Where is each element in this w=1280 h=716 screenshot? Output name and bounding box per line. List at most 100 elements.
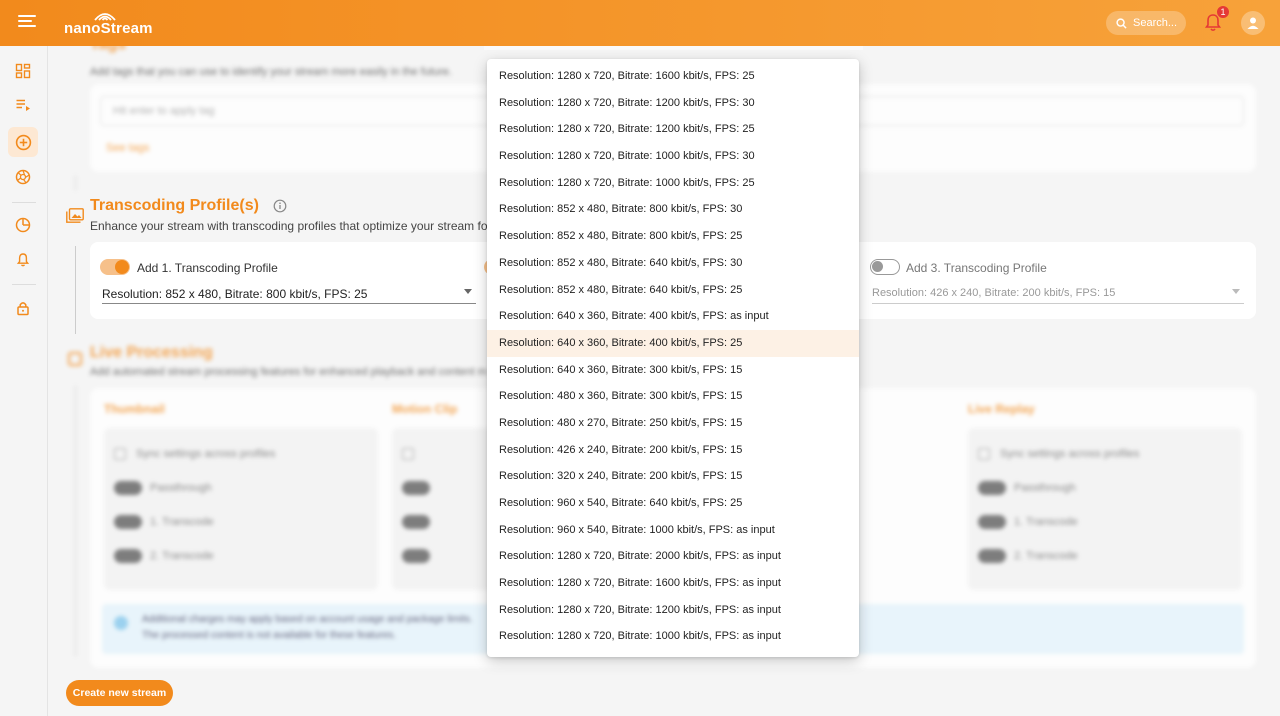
dropdown-option[interactable]: Resolution: 852 x 480, Bitrate: 640 kbit… xyxy=(487,277,859,304)
notification-badge: 1 xyxy=(1216,5,1230,19)
transcode-1-toggle[interactable] xyxy=(402,515,430,529)
sidebar-item-analytics[interactable] xyxy=(8,210,38,240)
sidebar-item-streams[interactable] xyxy=(8,90,38,120)
processing-icon xyxy=(68,352,82,366)
app-header: nanoStream Search... 1 xyxy=(0,0,1280,46)
dropdown-option[interactable]: Resolution: 426 x 240, Bitrate: 200 kbit… xyxy=(487,437,859,464)
menu-icon[interactable] xyxy=(18,15,36,31)
dropdown-option[interactable]: Resolution: 1280 x 720, Bitrate: 1600 kb… xyxy=(487,570,859,597)
dropdown-option[interactable]: Resolution: 480 x 360, Bitrate: 300 kbit… xyxy=(487,383,859,410)
transcode-2-label: 2. Transcode xyxy=(1014,550,1078,562)
dropdown-option[interactable]: Resolution: 852 x 480, Bitrate: 800 kbit… xyxy=(487,223,859,250)
dropdown-option[interactable]: Resolution: 480 x 270, Bitrate: 250 kbit… xyxy=(487,410,859,437)
chevron-down-icon xyxy=(1232,289,1240,294)
user-avatar[interactable] xyxy=(1241,11,1265,35)
info-line-1: Additional charges may apply based on ac… xyxy=(142,614,473,625)
sync-checkbox[interactable] xyxy=(402,448,414,460)
transcoding-title: Transcoding Profile(s) xyxy=(90,197,259,214)
info-icon[interactable] xyxy=(273,199,287,213)
sidebar-item-processing[interactable] xyxy=(8,162,38,192)
timeline-line xyxy=(75,386,76,656)
transcode-1-toggle[interactable] xyxy=(114,515,142,529)
thumbnail-title: Thumbnail xyxy=(104,402,165,416)
profile-3-select[interactable]: Resolution: 426 x 240, Bitrate: 200 kbit… xyxy=(872,282,1244,304)
resolution-dropdown-menu: Resolution: 1280 x 720, Bitrate: 1600 kb… xyxy=(487,59,859,657)
create-stream-button[interactable]: Create new stream xyxy=(66,680,173,706)
passthrough-toggle[interactable] xyxy=(402,481,430,495)
sidebar-item-dashboard[interactable] xyxy=(8,56,38,86)
sidebar-item-security[interactable] xyxy=(8,293,38,323)
passthrough-label: Passthrough xyxy=(150,482,212,494)
transcode-2-label: 2. Transcode xyxy=(150,550,214,562)
sync-label: Sync settings across profiles xyxy=(136,448,276,460)
dropdown-option[interactable]: Resolution: 640 x 360, Bitrate: 300 kbit… xyxy=(487,357,859,384)
profile-1-value: Resolution: 852 x 480, Bitrate: 800 kbit… xyxy=(102,287,368,301)
playlist-icon xyxy=(16,99,30,111)
profile-3-value: Resolution: 426 x 240, Bitrate: 200 kbit… xyxy=(872,287,1116,299)
sidebar-divider xyxy=(12,284,36,285)
profile-1-select[interactable]: Resolution: 852 x 480, Bitrate: 800 kbit… xyxy=(102,282,476,304)
passthrough-toggle[interactable] xyxy=(978,481,1006,495)
transcode-2-toggle[interactable] xyxy=(114,549,142,563)
dropdown-option[interactable]: Resolution: 1280 x 720, Bitrate: 1200 kb… xyxy=(487,597,859,624)
chevron-down-icon xyxy=(464,289,472,294)
transcode-2-toggle[interactable] xyxy=(402,549,430,563)
bell-icon xyxy=(16,253,30,267)
transcode-1-toggle[interactable] xyxy=(978,515,1006,529)
dropdown-option[interactable]: Resolution: 1280 x 720, Bitrate: 1000 kb… xyxy=(487,623,859,650)
sidebar-divider xyxy=(12,202,36,203)
search-label: Search... xyxy=(1133,17,1178,29)
profile-1-toggle[interactable] xyxy=(100,259,130,275)
pie-chart-icon xyxy=(15,217,31,233)
search-button[interactable]: Search... xyxy=(1106,11,1186,35)
see-tags-link[interactable]: See tags xyxy=(106,142,149,154)
dropdown-option[interactable]: Resolution: 1280 x 720, Bitrate: 2000 kb… xyxy=(487,543,859,570)
profile-3-label: Add 3. Transcoding Profile xyxy=(906,261,1047,275)
passthrough-toggle[interactable] xyxy=(114,481,142,495)
dropdown-option[interactable]: Resolution: 1280 x 720, Bitrate: 1200 kb… xyxy=(487,116,859,143)
transcode-2-toggle[interactable] xyxy=(978,549,1006,563)
info-line-2: The processed content is not available f… xyxy=(142,630,397,641)
dropdown-option[interactable]: Resolution: 852 x 480, Bitrate: 800 kbit… xyxy=(487,196,859,223)
thumbnail-card: Sync settings across profiles Passthroug… xyxy=(104,428,378,590)
dropdown-option[interactable]: Resolution: 1280 x 720, Bitrate: 1000 kb… xyxy=(487,143,859,170)
timeline-line xyxy=(75,246,76,334)
dropdown-option[interactable]: Resolution: 1280 x 720, Bitrate: 1200 kb… xyxy=(487,90,859,117)
dropdown-option[interactable]: Resolution: 960 x 540, Bitrate: 640 kbit… xyxy=(487,490,859,517)
sidebar-item-create[interactable] xyxy=(8,127,38,157)
timeline-line xyxy=(75,176,76,190)
logo-text: nanoStream xyxy=(64,20,153,37)
profile-1-label: Add 1. Transcoding Profile xyxy=(137,261,278,275)
aperture-icon xyxy=(15,169,31,185)
profile-3-toggle[interactable] xyxy=(870,259,900,275)
live-processing-title: Live Processing xyxy=(90,344,213,361)
logo[interactable]: nanoStream xyxy=(64,10,154,38)
sync-label: Sync settings across profiles xyxy=(1000,448,1140,460)
sidebar-item-alerts[interactable] xyxy=(8,245,38,275)
transcode-1-label: 1. Transcode xyxy=(150,516,214,528)
dropdown-option[interactable]: Resolution: 640 x 360, Bitrate: 400 kbit… xyxy=(487,329,859,357)
live-replay-title: Live Replay xyxy=(968,402,1035,416)
sync-checkbox[interactable] xyxy=(978,448,990,460)
dropdown-option[interactable]: Resolution: 960 x 540, Bitrate: 1000 kbi… xyxy=(487,517,859,544)
live-replay-card: Sync settings across profiles Passthroug… xyxy=(968,428,1242,590)
dropdown-option[interactable]: Resolution: 320 x 240, Bitrate: 200 kbit… xyxy=(487,463,859,490)
dropdown-option[interactable]: Resolution: 852 x 480, Bitrate: 640 kbit… xyxy=(487,250,859,277)
select-anchor-edge xyxy=(484,46,863,50)
dropdown-option[interactable]: Resolution: 640 x 360, Bitrate: 400 kbit… xyxy=(487,303,859,330)
tags-description: Add tags that you can use to identify yo… xyxy=(90,66,452,78)
user-icon xyxy=(1247,17,1259,29)
info-icon xyxy=(114,616,128,630)
passthrough-label: Passthrough xyxy=(1014,482,1076,494)
lock-icon xyxy=(17,302,29,316)
search-icon xyxy=(1116,17,1127,29)
transcode-1-label: 1. Transcode xyxy=(1014,516,1078,528)
dropdown-option[interactable]: Resolution: 1280 x 720, Bitrate: 1600 kb… xyxy=(487,63,859,90)
transcoding-description: Enhance your stream with transcoding pro… xyxy=(90,219,518,233)
sync-checkbox[interactable] xyxy=(114,448,126,460)
dropdown-option[interactable]: Resolution: 1280 x 720, Bitrate: 1000 kb… xyxy=(487,170,859,197)
dashboard-icon xyxy=(15,63,31,79)
add-circle-icon xyxy=(15,134,31,150)
sidebar xyxy=(0,46,48,716)
tags-title: Tags xyxy=(90,46,126,54)
